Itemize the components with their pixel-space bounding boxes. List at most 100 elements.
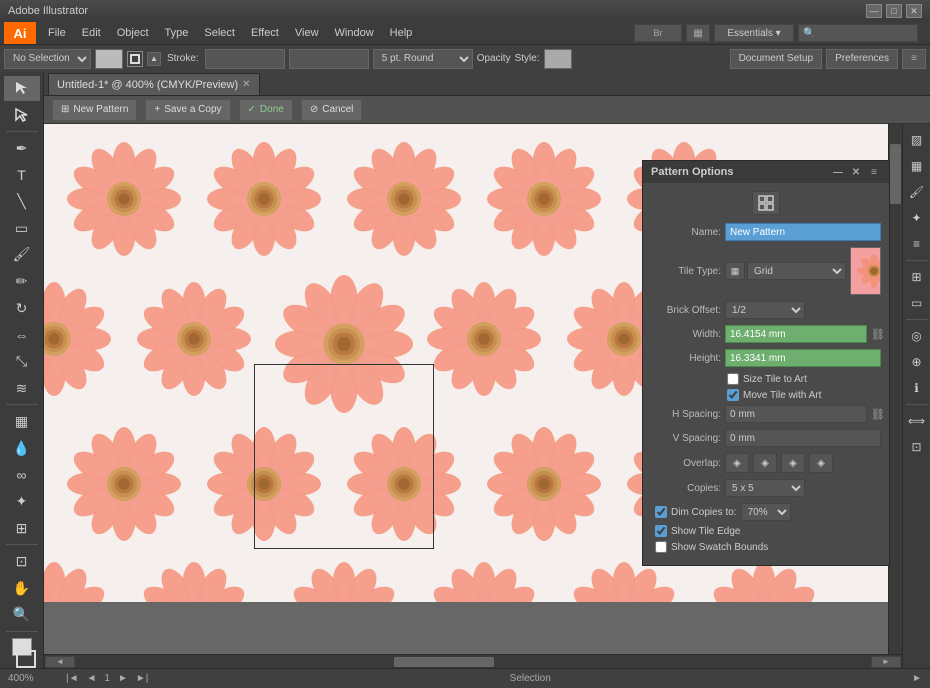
appearance-btn[interactable]: ◎: [905, 324, 929, 348]
color-panel-btn[interactable]: ▨: [905, 128, 929, 152]
size-tile-checkbox[interactable]: [727, 373, 739, 385]
width-input[interactable]: [725, 325, 867, 343]
symbol-sprayer-tool[interactable]: ✦: [4, 489, 40, 514]
status-right-arrow[interactable]: ►: [912, 673, 922, 684]
done-button[interactable]: ✓ Done: [239, 99, 293, 121]
stroke-input[interactable]: [289, 49, 369, 69]
rotate-tool[interactable]: ↻: [4, 296, 40, 321]
brush-style-select[interactable]: 5 pt. Round: [373, 49, 473, 69]
menu-effect[interactable]: Effect: [243, 25, 287, 41]
show-swatch-bounds-label[interactable]: Show Swatch Bounds: [671, 542, 768, 553]
hscroll-thumb[interactable]: [394, 657, 494, 667]
menu-object[interactable]: Object: [109, 25, 157, 41]
dim-copies-checkbox[interactable]: [655, 506, 667, 518]
warp-tool[interactable]: ≋: [4, 376, 40, 401]
line-tool[interactable]: ╲: [4, 189, 40, 214]
show-tile-edge-label[interactable]: Show Tile Edge: [671, 526, 741, 537]
blend-tool[interactable]: ∞: [4, 463, 40, 488]
essentials-dropdown[interactable]: Essentials ▾: [714, 24, 794, 42]
panel-close-btn[interactable]: ✕: [849, 165, 863, 179]
mirror-tool[interactable]: ⇔: [4, 323, 40, 348]
paintbrush-tool[interactable]: 🖌: [4, 243, 40, 268]
artboard-tool[interactable]: ⊞: [4, 516, 40, 541]
brick-offset-select[interactable]: 1/2 1/3 2/3: [725, 301, 805, 319]
selection-tool[interactable]: [4, 76, 40, 101]
scroll-thumb-vertical[interactable]: [890, 144, 901, 204]
menu-edit[interactable]: Edit: [74, 25, 109, 41]
minimize-button[interactable]: ―: [866, 4, 882, 18]
overlap-left-btn[interactable]: ◈: [725, 453, 749, 473]
move-tile-checkbox[interactable]: [727, 389, 739, 401]
overlap-right-btn[interactable]: ◈: [753, 453, 777, 473]
dim-value-select[interactable]: 70% 50% 30%: [741, 503, 791, 521]
dim-copies-label[interactable]: Dim Copies to:: [671, 507, 737, 518]
name-input[interactable]: [725, 223, 881, 241]
size-tile-label[interactable]: Size Tile to Art: [743, 374, 807, 385]
artboards-btn[interactable]: ▭: [905, 291, 929, 315]
prev-btn[interactable]: ◄: [87, 673, 97, 684]
show-swatch-bounds-checkbox[interactable]: [655, 541, 667, 553]
transform-btn[interactable]: ⊡: [905, 435, 929, 459]
next-btn[interactable]: ►: [118, 673, 128, 684]
stroke-icon[interactable]: [127, 51, 143, 67]
preferences-button[interactable]: Preferences: [826, 49, 898, 69]
hscroll-right-btn[interactable]: ►: [871, 656, 901, 668]
copies-select[interactable]: 5 x 5 3 x 3 7 x 7: [725, 479, 805, 497]
menu-select[interactable]: Select: [196, 25, 243, 41]
tab-close-button[interactable]: ✕: [242, 79, 250, 90]
next-page-btn[interactable]: ►|: [136, 673, 149, 684]
link-spacing-btn[interactable]: ⛓: [871, 405, 885, 423]
ai-bridge-btn[interactable]: Br: [634, 24, 682, 42]
height-input[interactable]: [725, 349, 881, 367]
workspace-icon[interactable]: ▦: [686, 24, 710, 42]
stroke-up-btn[interactable]: ▲: [147, 52, 161, 66]
type-tool[interactable]: T: [4, 163, 40, 188]
slice-tool[interactable]: ⊡: [4, 549, 40, 574]
stroke-color-box[interactable]: [16, 650, 36, 668]
scale-tool[interactable]: ⤡: [4, 349, 40, 374]
fit-icon-1[interactable]: [752, 191, 780, 215]
swatches-btn[interactable]: ▦: [905, 154, 929, 178]
doc-setup-button[interactable]: Document Setup: [730, 49, 823, 69]
panel-minimize-btn[interactable]: —: [831, 165, 845, 179]
menu-file[interactable]: File: [40, 25, 74, 41]
style-preview[interactable]: [544, 49, 572, 69]
rectangle-tool[interactable]: ▭: [4, 216, 40, 241]
menu-type[interactable]: Type: [157, 25, 197, 41]
panel-toggle-btn[interactable]: ≡: [902, 49, 926, 69]
pencil-tool[interactable]: ✏: [4, 269, 40, 294]
cancel-button[interactable]: ⊘ Cancel: [301, 99, 363, 121]
move-tile-label[interactable]: Move Tile with Art: [743, 390, 821, 401]
direct-selection-tool[interactable]: [4, 103, 40, 128]
pen-tool[interactable]: ✒: [4, 136, 40, 161]
close-button[interactable]: ✕: [906, 4, 922, 18]
tile-type-select[interactable]: Grid Brick by Row Brick by Column Hex by…: [747, 262, 846, 280]
info-btn[interactable]: ℹ: [905, 376, 929, 400]
vertical-scrollbar[interactable]: [888, 124, 902, 654]
horizontal-scrollbar[interactable]: ◄ ►: [44, 654, 902, 668]
menu-window[interactable]: Window: [327, 25, 382, 41]
graphic-styles-btn[interactable]: ≡: [905, 232, 929, 256]
new-pattern-button[interactable]: ⊞ New Pattern: [52, 99, 137, 121]
eyedropper-tool[interactable]: 💧: [4, 436, 40, 461]
search-input[interactable]: 🔍: [798, 24, 918, 42]
menu-help[interactable]: Help: [382, 25, 421, 41]
navigator-btn[interactable]: ⊕: [905, 350, 929, 374]
document-tab[interactable]: Untitled-1* @ 400% (CMYK/Preview) ✕: [48, 73, 260, 95]
fill-color[interactable]: [95, 49, 123, 69]
symbols-btn[interactable]: ✦: [905, 206, 929, 230]
stroke-value[interactable]: [205, 49, 285, 69]
gradient-tool[interactable]: ▦: [4, 409, 40, 434]
v-spacing-input[interactable]: [725, 429, 881, 447]
brushes-btn[interactable]: 🖌: [905, 180, 929, 204]
maximize-button[interactable]: □: [886, 4, 902, 18]
h-spacing-input[interactable]: [725, 405, 867, 423]
prev-page-btn[interactable]: |◄: [66, 673, 79, 684]
save-copy-button[interactable]: + Save a Copy: [145, 99, 230, 121]
overlap-bottom-btn[interactable]: ◈: [809, 453, 833, 473]
show-tile-edge-checkbox[interactable]: [655, 525, 667, 537]
link-dimensions-btn[interactable]: ⛓: [871, 325, 885, 343]
menu-view[interactable]: View: [287, 25, 327, 41]
overlap-top-btn[interactable]: ◈: [781, 453, 805, 473]
selection-dropdown[interactable]: No Selection: [4, 49, 91, 69]
